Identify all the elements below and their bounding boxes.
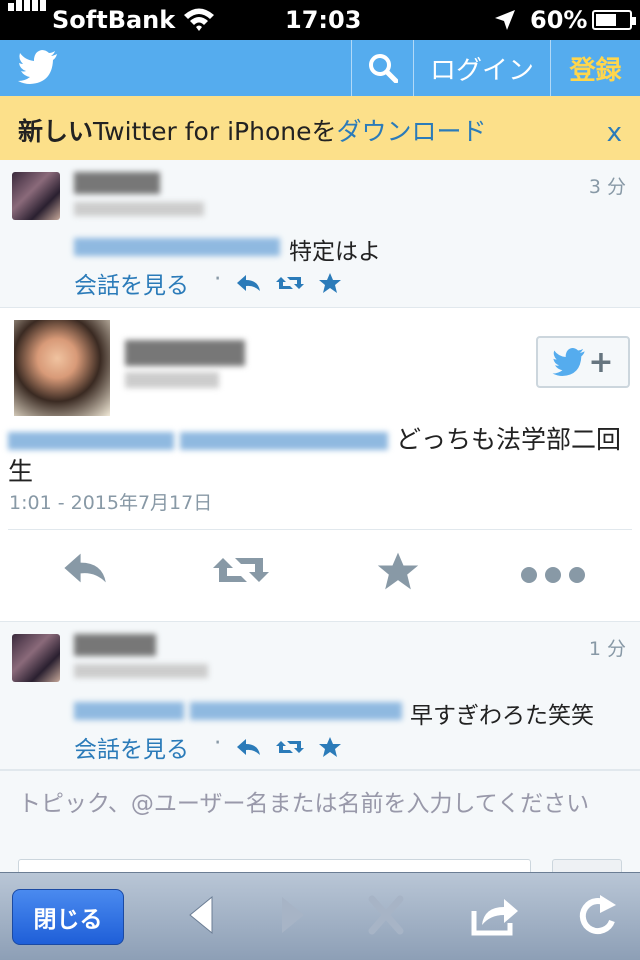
divider	[8, 529, 632, 530]
status-time: 17:03	[285, 6, 362, 34]
close-button[interactable]: 閉じる	[12, 889, 124, 945]
separator-dot: ·	[214, 266, 222, 292]
view-conversation-link[interactable]: 会話を見る	[74, 730, 189, 764]
reply-icon[interactable]	[236, 737, 262, 761]
main-tweet-date: 1:01 - 2015年7月17日	[9, 492, 213, 514]
banner-close-button[interactable]: x	[607, 118, 622, 148]
twitter-bird-icon[interactable]	[18, 50, 58, 88]
twitter-header: ログイン 登録	[0, 40, 640, 96]
avatar[interactable]	[14, 320, 110, 416]
main-tweet-text-content: どっちも法学部二回生	[8, 425, 622, 486]
banner-middle: Twitter for iPhoneを	[93, 117, 337, 146]
tweet-time: 3 分	[588, 176, 626, 198]
avatar[interactable]	[12, 634, 60, 682]
tweet-author-handle	[74, 202, 204, 216]
login-button[interactable]: ログイン	[413, 40, 550, 96]
location-arrow-icon	[493, 8, 517, 38]
reply-icon[interactable]	[62, 550, 110, 590]
more-options-icon[interactable]	[520, 566, 586, 588]
search-icon	[368, 54, 398, 83]
mention-link[interactable]	[74, 238, 280, 256]
retweet-icon[interactable]	[276, 273, 304, 297]
reload-icon[interactable]	[578, 893, 618, 943]
banner-prefix: 新しい	[18, 117, 94, 146]
tweet-mini-actions	[236, 736, 342, 762]
back-icon[interactable]	[186, 893, 216, 941]
retweet-icon[interactable]	[276, 737, 304, 761]
search-hint: トピック、@ユーザー名または名前を入力してください	[18, 791, 590, 817]
follow-plus: +	[588, 344, 614, 380]
download-banner[interactable]: 新しいTwitter for iPhoneをダウンロード x	[0, 96, 640, 160]
wifi-icon	[182, 6, 216, 38]
follow-button[interactable]: +	[536, 336, 630, 388]
tweet-author-name	[74, 634, 156, 656]
main-author-handle	[125, 372, 219, 388]
stop-icon[interactable]	[366, 893, 406, 941]
avatar[interactable]	[12, 172, 60, 220]
twitter-bird-icon	[552, 348, 586, 376]
retweet-icon[interactable]	[212, 550, 270, 594]
download-link[interactable]: ダウンロード	[336, 117, 486, 146]
battery-percentage: 60%	[530, 6, 588, 34]
reply-icon[interactable]	[236, 273, 262, 297]
banner-text: 新しいTwitter for iPhoneをダウンロード	[18, 112, 486, 148]
favorite-icon[interactable]	[318, 736, 342, 762]
tweet-author-handle	[74, 664, 208, 678]
view-conversation-link[interactable]: 会話を見る	[74, 266, 189, 300]
favorite-icon[interactable]	[318, 272, 342, 298]
favorite-icon[interactable]	[376, 550, 420, 596]
main-author-name	[125, 340, 245, 366]
battery-icon	[592, 10, 636, 30]
share-icon[interactable]	[470, 893, 520, 941]
tweet-time: 1 分	[588, 638, 626, 660]
main-tweet-actions	[0, 550, 640, 600]
search-button[interactable]	[351, 40, 413, 96]
tweet-text: 特定はよ	[289, 239, 381, 265]
browser-toolbar: 閉じる	[0, 872, 640, 960]
main-tweet-text: どっちも法学部二回生	[8, 424, 632, 488]
status-bar: SoftBank 17:03 60%	[0, 0, 640, 40]
tweet-mini-actions	[236, 272, 342, 298]
signup-button[interactable]: 登録	[550, 40, 640, 96]
mention-link[interactable]	[74, 702, 184, 720]
tweet-text: 早すぎわろた笑笑	[410, 703, 594, 729]
mention-link[interactable]	[190, 702, 402, 720]
forward-icon[interactable]	[278, 893, 308, 941]
carrier-name: SoftBank	[52, 6, 176, 34]
tweet-item[interactable]: 1 分 早すぎわろた笑笑 会話を見る ·	[0, 622, 640, 770]
tweet-item[interactable]: 3 分 特定はよ 会話を見る ·	[0, 160, 640, 308]
separator-dot: ·	[214, 730, 222, 756]
search-area: トピック、@ユーザー名または名前を入力してください	[0, 770, 640, 899]
tweet-author-name	[74, 172, 160, 194]
